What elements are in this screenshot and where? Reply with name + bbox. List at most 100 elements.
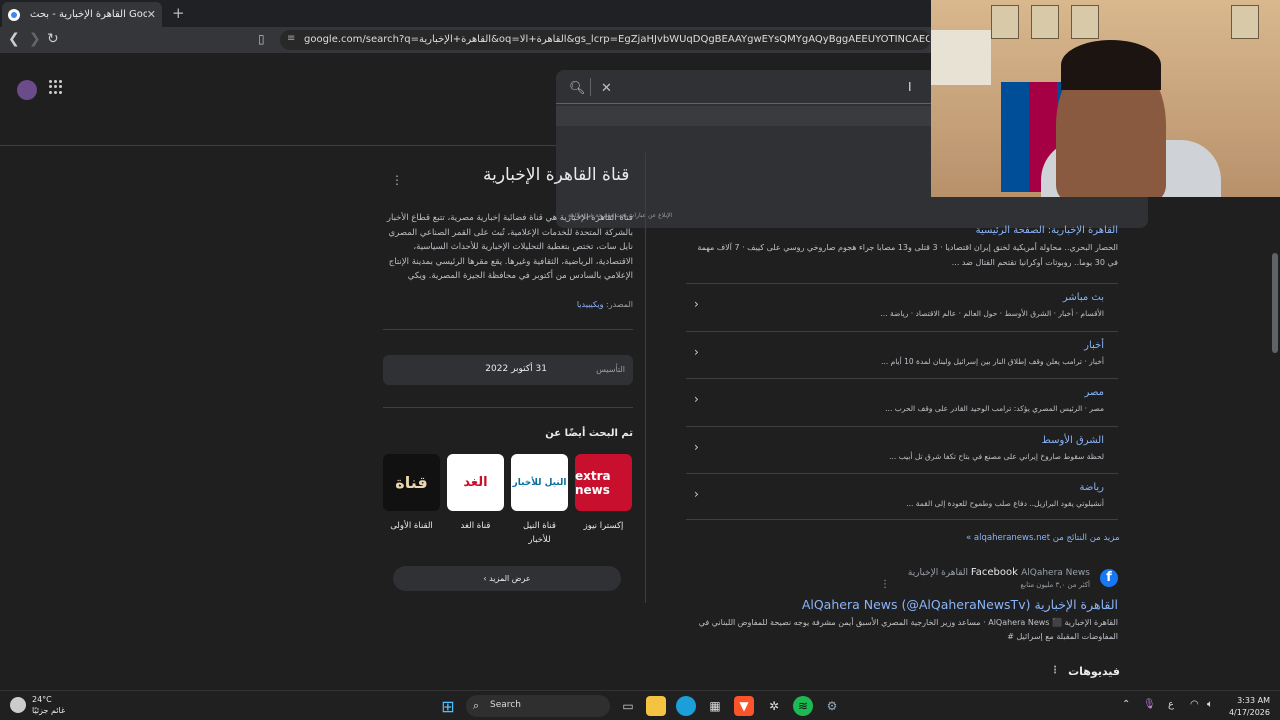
divider — [383, 329, 633, 330]
sitelink-title[interactable]: بث مباشر — [1063, 292, 1104, 303]
language-indicator[interactable]: ع — [1168, 699, 1174, 710]
store-icon[interactable]: ▦ — [705, 696, 725, 716]
tray-chevron-icon[interactable]: ⌃ — [1122, 699, 1130, 710]
wall-poster — [991, 5, 1019, 39]
chatgpt-icon[interactable]: ✲ — [764, 696, 784, 716]
windows-start-icon[interactable]: ⊞ — [438, 696, 458, 716]
more-options-icon[interactable]: ⋮ — [1050, 665, 1060, 676]
webcam-overlay — [931, 0, 1280, 197]
site-info-icon[interactable]: ≡ — [287, 33, 295, 44]
sitelink-desc: أنشيلوتي يقود البرازيل.. دفاع صلب وطموح … — [906, 499, 1104, 508]
nile-news-logo: النيل للأخبار — [511, 454, 568, 511]
founded-value: 31 أكتوبر 2022 — [485, 364, 547, 374]
founded-fact: التأسيس 31 أكتوبر 2022 — [383, 355, 633, 385]
panel-description: قناة القاهرة الإخبارية هي قناة فضائية إخ… — [386, 213, 633, 281]
clear-icon[interactable]: ✕ — [601, 81, 612, 96]
task-view-icon[interactable]: ▭ — [618, 696, 638, 716]
back-icon[interactable]: ❮ — [8, 31, 20, 47]
bookmark-icon[interactable]: ▯ — [258, 32, 265, 46]
chevron-icon[interactable]: ‹ — [694, 345, 699, 359]
follower-count: أكثر من ٣,٠ مليون متابع — [1020, 581, 1090, 589]
chevron-icon[interactable]: ‹ — [694, 297, 699, 311]
microphone-icon[interactable]: 🎙︎ — [1143, 699, 1156, 710]
search-icon[interactable]: 🔍︎ — [569, 81, 586, 96]
result-title-link[interactable]: القاهرة الإخبارية AlQahera News (@AlQahe… — [802, 597, 1118, 612]
channel-name: قناة الغد — [460, 521, 491, 531]
taskbar: 24°C غائم جزئيًا ⊞ ⌕ Search ▭ ▦ ▼ ✲ ≋ ⚙ … — [0, 690, 1280, 720]
forward-icon[interactable]: ❯ — [29, 31, 41, 47]
extra-news-logo: extra news — [575, 454, 632, 511]
sitelink-desc: لحظة سقوط صاروخ إيراني على مصنع في بتاح … — [889, 452, 1104, 461]
reload-icon[interactable]: ↻ — [47, 31, 59, 47]
url-text: google.com/search?q=القاهرة+الإخبارية&oq… — [304, 34, 930, 45]
new-tab-button[interactable]: + — [172, 4, 185, 22]
google-icon — [8, 8, 20, 21]
file-explorer-icon[interactable] — [646, 696, 666, 716]
sitelink-row[interactable]: بث مباشر الأقسام · أخبار · الشرق الأوسط … — [686, 283, 1118, 330]
more-options-icon[interactable]: ⋮ — [880, 579, 890, 590]
sitelink-row[interactable]: رياضة أنشيلوتي يقود البرازيل.. دفاع صلب … — [686, 473, 1118, 520]
tab-title: القاهرة الإخبارية - بحث Google — [30, 9, 147, 20]
result-snippet: القاهرة الإخبارية ⬛ AlQahera News · مساع… — [698, 618, 1118, 641]
volume-icon[interactable]: 🔈︎ — [1207, 699, 1213, 710]
taskbar-search-label: Search — [490, 700, 521, 710]
divider — [590, 78, 591, 96]
sitelink-title[interactable]: رياضة — [1079, 482, 1104, 493]
wall-poster — [1231, 5, 1259, 39]
chevron-icon[interactable]: ‹ — [694, 392, 699, 406]
settings-icon[interactable]: ⚙ — [822, 696, 842, 716]
sitelink-row[interactable]: أخبار أخبار · ترامب يعلن وقف إطلاق النار… — [686, 331, 1118, 378]
more-options-icon[interactable]: ⋮ — [391, 173, 403, 187]
show-more-button[interactable]: عرض المزيد › — [393, 566, 621, 591]
sitelink-desc: مصر · الرئيس المصري يؤكد: ترامب الوحيد ا… — [885, 404, 1104, 413]
person-hair — [1061, 40, 1161, 90]
taskbar-search[interactable]: ⌕ Search — [466, 695, 610, 717]
sitelink-row[interactable]: مصر مصر · الرئيس المصري يؤكد: ترامب الوح… — [686, 378, 1118, 425]
tab-google-search[interactable]: القاهرة الإخبارية - بحث Google ✕ — [2, 2, 162, 27]
sitelink-title[interactable]: أخبار — [1084, 340, 1104, 351]
channel-one-logo: قناة — [383, 454, 440, 511]
weather-widget[interactable]: 24°C غائم جزئيًا — [10, 694, 65, 716]
close-tab-icon[interactable]: ✕ — [147, 8, 156, 21]
sitelink-title[interactable]: الشرق الأوسط — [1042, 435, 1104, 446]
clock[interactable]: 3:33 AM 4/17/2026 — [1224, 695, 1270, 719]
spotify-icon[interactable]: ≋ — [793, 696, 813, 716]
apps-grid-icon[interactable] — [49, 80, 63, 94]
result-snippet: الحصار البحري.. محاولة أمريكية لخنق إيرا… — [697, 243, 1118, 267]
channel-card[interactable]: النيل للأخبار قناة النيل للأخبار — [511, 454, 568, 547]
edge-icon[interactable] — [676, 696, 696, 716]
chevron-icon[interactable]: ‹ — [694, 440, 699, 454]
sitelink-title[interactable]: مصر — [1084, 387, 1104, 398]
brave-icon[interactable]: ▼ — [734, 696, 754, 716]
wifi-icon[interactable]: ◠ — [1190, 699, 1199, 710]
alghad-logo: الغد — [447, 454, 504, 511]
url-field[interactable]: ≡ google.com/search?q=القاهرة+الإخبارية&… — [280, 30, 930, 50]
date: 4/17/2026 — [1228, 708, 1270, 717]
channel-card[interactable]: قناة القناة الأولى — [383, 454, 440, 533]
channel-card[interactable]: extra news إكسترا نيوز — [575, 454, 632, 533]
source-label: المصدر: — [606, 300, 633, 309]
more-results-link[interactable]: مزيد من النتائج من alqaheranews.net » — [966, 533, 1120, 543]
column-divider — [645, 153, 646, 603]
channel-name: القناة الأولى — [390, 521, 433, 531]
search-icon: ⌕ — [473, 699, 480, 712]
panel-source: المصدر: ويكيبيديا — [383, 300, 633, 309]
scrollbar[interactable] — [1272, 253, 1278, 353]
sitelink-desc: أخبار · ترامب يعلن وقف إطلاق النار بين إ… — [881, 357, 1104, 366]
result-source: Facebook AlQahera News القاهرة الإخبارية — [908, 567, 1090, 578]
divider — [383, 407, 633, 408]
videos-section-header: فيديوهات ⋮ — [1050, 665, 1120, 678]
channel-card[interactable]: الغد قناة الغد — [447, 454, 504, 533]
avatar[interactable] — [17, 80, 37, 100]
temperature: 24°C — [32, 695, 52, 704]
time: 3:33 AM — [1237, 696, 1270, 705]
result-title-link[interactable]: القاهرة الإخبارية: الصفحة الرئيسية — [686, 225, 1118, 236]
founded-label: التأسيس — [596, 365, 625, 374]
channel-name: قناة النيل للأخبار — [523, 521, 556, 545]
chevron-icon[interactable]: ‹ — [694, 487, 699, 501]
source-name: Facebook — [970, 567, 1018, 578]
sitelink-row[interactable]: الشرق الأوسط لحظة سقوط صاروخ إيراني على … — [686, 426, 1118, 473]
wall-poster — [1071, 5, 1099, 39]
wikipedia-link[interactable]: ويكيبيديا — [577, 300, 604, 309]
videos-title: فيديوهات — [1068, 665, 1120, 678]
